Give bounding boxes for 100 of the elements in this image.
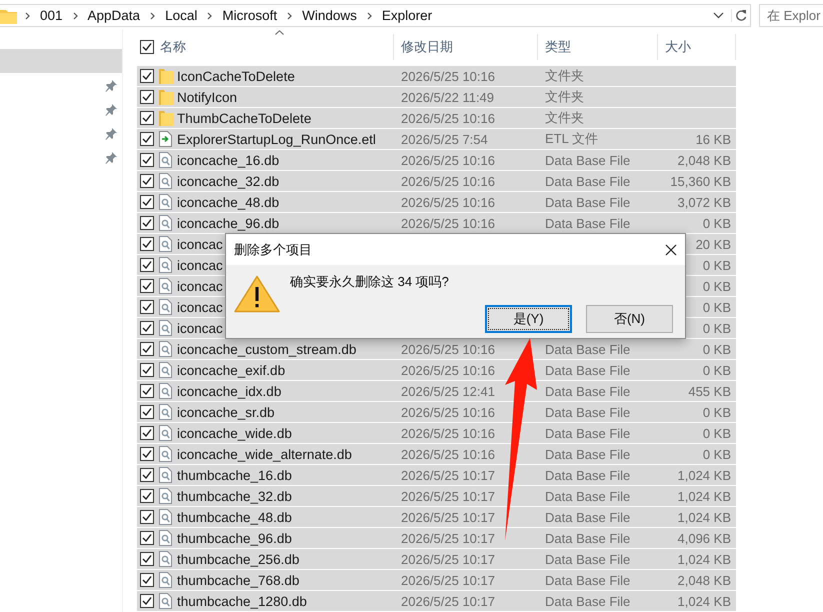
checkbox[interactable] [140, 300, 154, 314]
checkbox[interactable] [140, 174, 154, 188]
file-row[interactable]: iconcache_48.db 2026/5/25 10:16 Data Base File 3,072 KB [137, 192, 736, 213]
column-header[interactable]: 类型 [538, 34, 658, 60]
breadcrumb-item[interactable]: Microsoft [222, 8, 278, 23]
document-icon [159, 131, 172, 147]
checkbox[interactable] [140, 111, 154, 125]
file-row[interactable]: iconcache_sr.db 2026/5/25 10:16 Data Base File 0 KB [137, 402, 736, 423]
file-name: thumbcache_256.db [177, 552, 300, 566]
file-row[interactable]: iconcache_96.db 2026/5/25 10:16 Data Base File 0 KB [137, 213, 736, 234]
file-type: Data Base File [545, 384, 630, 398]
checkbox[interactable] [140, 384, 154, 398]
file-row[interactable]: iconcache_32.db 2026/5/25 10:16 Data Base File 15,360 KB [137, 171, 736, 192]
file-name: IconCacheToDelete [177, 68, 295, 84]
modified-date: 2026/5/25 10:16 [401, 174, 495, 188]
checkbox[interactable] [140, 594, 154, 608]
document-gear-icon [159, 404, 172, 420]
dialog-button[interactable]: 是(Y) [485, 305, 572, 333]
column-header[interactable]: 大小 [658, 34, 736, 60]
checkbox[interactable] [140, 489, 154, 503]
file-row[interactable]: iconcache_custom_stream.db 2026/5/25 10:16 Data Base File 0 KB [137, 339, 736, 360]
file-row[interactable]: iconcache_exif.db 2026/5/25 10:16 Data Base File 0 KB [137, 360, 736, 381]
folder-icon [0, 8, 17, 24]
dialog-button[interactable]: 否(N) [586, 305, 673, 333]
file-row[interactable]: thumbcache_48.db 2026/5/25 10:17 Data Base File 1,024 KB [137, 507, 736, 528]
file-row[interactable]: thumbcache_16.db 2026/5/25 10:17 Data Base File 1,024 KB [137, 465, 736, 486]
file-row[interactable]: ThumbCacheToDelete 2026/5/25 10:16 文件夹 [137, 108, 736, 129]
checkbox[interactable] [140, 40, 154, 54]
file-size: 15,360 KB [670, 174, 731, 188]
modified-date: 2026/5/25 10:17 [401, 572, 495, 588]
checkbox[interactable] [140, 258, 154, 272]
checkbox[interactable] [140, 216, 154, 230]
checkbox[interactable] [140, 279, 154, 293]
file-row[interactable]: thumbcache_256.db 2026/5/25 10:17 Data Base File 1,024 KB [137, 549, 736, 570]
document-gear-icon [159, 572, 172, 588]
modified-date: 2026/5/25 7:54 [401, 132, 488, 146]
checkbox[interactable] [140, 573, 154, 587]
modified-date: 2026/5/25 10:16 [401, 362, 495, 378]
file-size: 1,024 KB [678, 488, 731, 504]
file-name: iconcac [177, 300, 223, 314]
file-size: 4,096 KB [678, 530, 731, 546]
checkbox[interactable] [140, 237, 154, 251]
checkbox[interactable] [140, 132, 154, 146]
file-row[interactable]: thumbcache_32.db 2026/5/25 10:17 Data Base File 1,024 KB [137, 486, 736, 507]
modified-date: 2026/5/25 10:17 [401, 510, 495, 524]
file-row[interactable]: ExplorerStartupLog_RunOnce.etl 2026/5/25 7:54 ETL 文件 16 KB [137, 129, 736, 150]
file-size: 1,024 KB [678, 468, 731, 482]
checkbox[interactable] [140, 153, 154, 167]
breadcrumb-item[interactable]: Explorer [382, 8, 432, 23]
file-row[interactable]: IconCacheToDelete 2026/5/25 10:16 文件夹 [137, 66, 736, 87]
file-row[interactable]: thumbcache_96.db 2026/5/25 10:17 Data Base File 4,096 KB [137, 528, 736, 549]
file-name: thumbcache_16.db [177, 468, 292, 482]
column-header[interactable]: 名称 [157, 34, 394, 60]
breadcrumb-item[interactable]: AppData [88, 8, 140, 23]
breadcrumb-item[interactable]: Local [165, 8, 198, 23]
file-row[interactable]: thumbcache_768.db 2026/5/25 10:17 Data Base File 2,048 KB [137, 570, 736, 591]
file-name: iconcache_wide.db [177, 426, 292, 440]
file-row[interactable]: iconcache_idx.db 2026/5/25 12:41 Data Base File 455 KB [137, 381, 736, 402]
file-type: Data Base File [545, 152, 630, 168]
checkbox[interactable] [140, 405, 154, 419]
file-row[interactable]: iconcache_wide.db 2026/5/25 10:16 Data Base File 0 KB [137, 423, 736, 444]
checkbox[interactable] [140, 552, 154, 566]
modified-date: 2026/5/25 10:16 [401, 152, 495, 168]
folder-icon [159, 110, 174, 126]
file-row[interactable]: iconcache_wide_alternate.db 2026/5/25 10:16 Data Base File 0 KB [137, 444, 736, 465]
checkbox[interactable] [140, 363, 154, 377]
document-gear-icon [159, 530, 172, 546]
refresh-icon[interactable] [731, 9, 747, 22]
modified-date: 2026/5/25 10:16 [401, 110, 495, 126]
checkbox[interactable] [140, 468, 154, 482]
breadcrumb-item[interactable]: Windows [302, 8, 357, 23]
file-row[interactable]: thumbcache_1280.db 2026/5/25 10:17 Data Base File 1,024 KB [137, 591, 736, 612]
column-header[interactable]: 修改日期 [394, 34, 538, 60]
checkbox[interactable] [140, 195, 154, 209]
file-row[interactable]: iconcache_16.db 2026/5/25 10:16 Data Base File 2,048 KB [137, 150, 736, 171]
checkbox[interactable] [140, 321, 154, 335]
chevron-icon [25, 12, 31, 20]
modified-date: 2026/5/25 10:17 [401, 552, 495, 566]
file-name: iconcache_idx.db [177, 384, 282, 398]
file-size: 0 KB [702, 426, 731, 440]
address-bar[interactable]: 001 AppData Local Microsoft Windows Explorer [0, 4, 751, 27]
modified-date: 2026/5/25 10:16 [401, 404, 495, 420]
checkbox[interactable] [140, 426, 154, 440]
folder-icon [159, 68, 174, 84]
checkbox[interactable] [140, 510, 154, 524]
breadcrumb-item[interactable]: 001 [40, 8, 63, 23]
file-type: Data Base File [545, 594, 630, 608]
search-field[interactable]: 在 Explor [759, 4, 823, 27]
checkbox[interactable] [140, 531, 154, 545]
checkbox[interactable] [140, 90, 154, 104]
file-size: 0 KB [702, 278, 731, 294]
checkbox[interactable] [140, 342, 154, 356]
file-row[interactable]: NotifyIcon 2026/5/22 11:49 文件夹 [137, 87, 736, 108]
file-name: thumbcache_96.db [177, 530, 292, 546]
dropdown-icon[interactable] [713, 12, 724, 19]
file-name: ExplorerStartupLog_RunOnce.etl [177, 132, 376, 146]
checkbox[interactable] [140, 447, 154, 461]
close-icon[interactable] [665, 244, 677, 256]
checkbox[interactable] [140, 69, 154, 83]
document-gear-icon [159, 551, 172, 567]
